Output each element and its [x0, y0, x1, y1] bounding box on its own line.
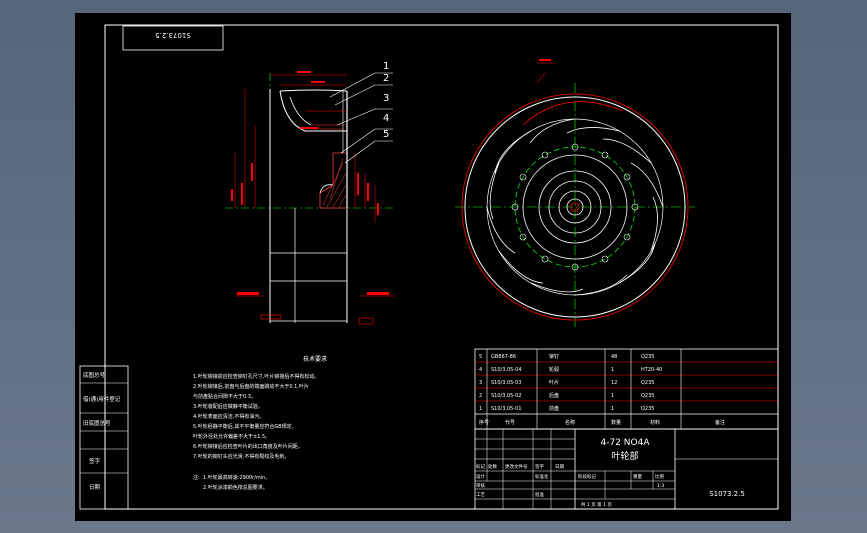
note-line: 2.叶轮涂漆颜色按总图要求。	[203, 484, 268, 491]
svg-text:1: 1	[611, 367, 614, 373]
svg-text:S10/3.05-01: S10/3.05-01	[491, 406, 522, 412]
tech-line: 2.叶轮铆接后,前盘与后盘的端面跳动不大于0.1,叶片	[193, 383, 309, 390]
tech-line: 3.叶轮装配后应做静平衡试验。	[193, 403, 263, 410]
svg-text:铆钉: 铆钉	[549, 353, 559, 360]
drawing-number: S1073.2.5	[709, 490, 745, 498]
parts-row: 2 S10/3.05-02 后盘 1 Q235	[479, 392, 654, 399]
tech-heading: 技术要求	[303, 355, 327, 363]
parts-row: 5 GB867-86 铆钉 48 Q235	[479, 353, 654, 360]
section-view: 1 2 3 4 5	[225, 61, 395, 325]
tb-label: 标记	[476, 463, 485, 470]
tb-label: 工艺	[476, 492, 485, 498]
svg-text:12: 12	[611, 380, 617, 386]
note-line: 1.叶轮最高转速:2900r/min。	[203, 474, 270, 481]
svg-text:前盘: 前盘	[549, 405, 559, 412]
balloon-4: 4	[383, 113, 389, 124]
cad-viewport: S1073.2.5 1 2 3 4 5 底图总号 借(通)用件登记 旧底图总号 …	[0, 0, 867, 533]
svg-text:GB867-86: GB867-86	[491, 354, 516, 360]
svg-text:数量: 数量	[611, 419, 621, 426]
svg-text:代号: 代号	[505, 419, 515, 426]
tech-requirements: 技术要求 1.叶轮铆接前应检查铆钉孔尺寸,叶片铆接后不得有松动。 2.叶轮铆接后…	[193, 355, 327, 491]
tech-line: 1.叶轮铆接前应检查铆钉孔尺寸,叶片铆接后不得有松动。	[193, 373, 319, 380]
svg-text:3: 3	[479, 380, 482, 386]
svg-text:S10/3.05-04: S10/3.05-04	[491, 367, 522, 373]
tech-line: 5.叶轮经静平衡后,其不平衡量应符合GB规定,	[193, 423, 294, 430]
tb-label: 设计	[476, 473, 485, 480]
tb-label: 处数	[488, 463, 497, 470]
parts-header: 序号 代号 名称 数量 材料 备注	[479, 419, 725, 426]
svg-text:Q235: Q235	[641, 354, 654, 360]
svg-text:5: 5	[479, 354, 482, 360]
tech-line: 7.叶轮的铆钉头应光滑,不得有裂纹及毛刺。	[193, 453, 289, 460]
svg-text:Q235: Q235	[641, 406, 654, 412]
tb-label: 签字	[535, 463, 544, 470]
tb-label: 批准	[535, 491, 544, 498]
svg-text:备注: 备注	[715, 419, 725, 426]
svg-text:1: 1	[611, 406, 614, 412]
left-strip: 底图总号 借(通)用件登记 旧底图总号 签字 日期	[79, 365, 129, 510]
svg-text:S10/3.05-03: S10/3.05-03	[491, 380, 522, 386]
svg-text:轮毂: 轮毂	[549, 366, 559, 373]
strip-label-base: 底图总号	[83, 371, 106, 379]
svg-text:叶片: 叶片	[549, 379, 559, 386]
svg-text:1: 1	[479, 406, 482, 412]
parts-list: 5 GB867-86 铆钉 48 Q235 4 S10/3.05-04 轮毂 1…	[474, 348, 779, 430]
title-model: 4-72 NO4A	[601, 438, 651, 448]
title-name: 叶轮部	[611, 450, 638, 462]
svg-text:序号: 序号	[479, 419, 489, 426]
svg-text:Q235: Q235	[641, 380, 654, 386]
svg-text:材料: 材料	[650, 419, 660, 426]
svg-text:S10/3.05-02: S10/3.05-02	[491, 393, 522, 399]
title-block: 4-72 NO4A 叶轮部 S1073.2.5 标记 处数 更改文件号 签字 日…	[474, 428, 779, 510]
svg-text:4: 4	[479, 367, 482, 373]
svg-text:HT20-40: HT20-40	[641, 367, 662, 373]
tb-label: 日期	[555, 464, 564, 470]
drawing-number-rotated: S1073.2.5	[155, 31, 191, 39]
svg-text:1: 1	[611, 393, 614, 399]
balloon-5: 5	[383, 129, 389, 140]
strip-label-oldbase: 旧底图总号	[83, 419, 111, 427]
tb-label: 阶段标记	[578, 473, 596, 480]
tb-scale: 1:3	[657, 483, 664, 489]
balloon-3: 3	[383, 93, 389, 104]
tech-line: 4.叶轮表面应清洁,不得有油污。	[193, 413, 264, 420]
strip-label-date: 日期	[89, 484, 101, 491]
balloon-2: 2	[383, 73, 389, 84]
tech-line: 叶轮外径处允许偏差不大于±1.5。	[193, 433, 270, 440]
front-view	[455, 59, 695, 328]
svg-text:Q235: Q235	[641, 393, 654, 399]
svg-text:名称: 名称	[565, 419, 575, 426]
balloon-1: 1	[383, 61, 389, 72]
svg-text:后盘: 后盘	[549, 392, 559, 399]
tb-label: 更改文件号	[505, 463, 528, 470]
strip-label-borrow: 借(通)用件登记	[83, 395, 121, 403]
svg-text:2: 2	[479, 393, 482, 399]
parts-row: 3 S10/3.05-03 叶片 12 Q235	[479, 379, 654, 386]
tb-label: 重量	[633, 473, 642, 480]
svg-text:48: 48	[611, 354, 617, 360]
parts-row: 1 S10/3.05-01 前盘 1 Q235	[479, 405, 654, 412]
tb-sheet: 共 1 页 第 1 页	[581, 501, 612, 508]
tech-line: 6.叶轮铆接后应检查叶片的出口角度及叶片间距。	[193, 443, 303, 450]
drawing-sheet: S1073.2.5 1 2 3 4 5 底图总号 借(通)用件登记 旧底图总号 …	[75, 13, 791, 521]
tech-line: 与前盘贴合间隙不大于0.3。	[193, 393, 256, 400]
notes-title: 注:	[193, 474, 200, 481]
strip-label-sign: 签字	[89, 457, 101, 465]
tb-label: 比例	[655, 473, 664, 480]
tb-label: 标准化	[535, 473, 549, 480]
tb-label: 审核	[476, 482, 485, 489]
parts-row: 4 S10/3.05-04 轮毂 1 HT20-40	[479, 366, 662, 373]
